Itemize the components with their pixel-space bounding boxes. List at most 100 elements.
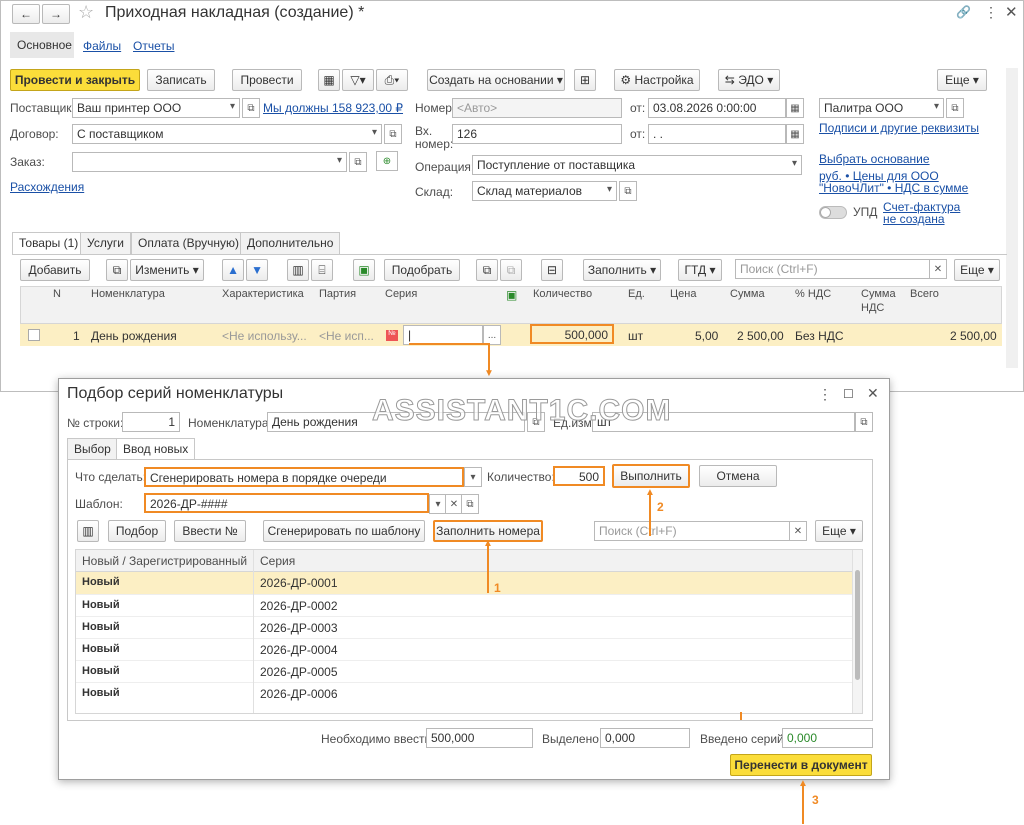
discrepancies-link[interactable]: Расхождения: [10, 180, 84, 194]
tab-goods[interactable]: Товары (1): [12, 232, 86, 254]
more-button[interactable]: Еще ▾: [937, 69, 987, 91]
upd-toggle[interactable]: [819, 206, 847, 219]
excel-icon[interactable]: ▣: [353, 259, 375, 281]
enter-number-button[interactable]: Ввести №: [174, 520, 246, 542]
table-row[interactable]: Новый 2026-ДР-0005: [76, 660, 862, 682]
structure-icon[interactable]: ⊞: [574, 69, 596, 91]
organization-field[interactable]: Палитра ООО: [819, 98, 944, 118]
tab-new-entry[interactable]: Ввод новых: [116, 438, 196, 460]
row-checkbox[interactable]: [28, 329, 40, 341]
table-row[interactable]: Новый 2026-ДР-0003: [76, 616, 862, 638]
settings-button[interactable]: ⚙ Настройка: [614, 69, 700, 91]
paste-rows-icon[interactable]: ⧉: [500, 259, 522, 281]
prices-link-2[interactable]: "НовоЧЛит" • НДС в сумме: [819, 181, 968, 195]
template-open-icon[interactable]: ⧉: [461, 494, 479, 514]
gtd-button[interactable]: ГТД ▾: [678, 259, 722, 281]
tab-files[interactable]: Файлы: [83, 39, 121, 53]
scroll-thumb[interactable]: [855, 570, 860, 680]
dialog-more-button[interactable]: Еще ▾: [815, 520, 863, 542]
post-close-button[interactable]: Провести и закрыть: [10, 69, 140, 91]
table-scrollbar[interactable]: [852, 550, 862, 713]
series-input[interactable]: |: [403, 325, 483, 345]
open-contract-icon[interactable]: ⧉: [384, 124, 402, 144]
calendar-icon-2[interactable]: ▦: [786, 124, 804, 144]
forward-button[interactable]: →: [42, 4, 70, 24]
add-order-icon[interactable]: ⊕: [376, 151, 398, 171]
action-field[interactable]: Сгенерировать номера в порядке очереди: [144, 467, 464, 487]
barcode-icon[interactable]: ▥: [287, 259, 309, 281]
post-button[interactable]: Провести: [232, 69, 302, 91]
table-row[interactable]: Новый 2026-ДР-0004: [76, 638, 862, 660]
selected-field[interactable]: 0,000: [600, 728, 690, 748]
invoice-link-2[interactable]: не создана: [883, 212, 945, 226]
tab-payment[interactable]: Оплата (Вручную): [131, 232, 247, 254]
debt-link[interactable]: Мы должны 158 923,00 ₽: [263, 101, 403, 115]
tab-services[interactable]: Услуги: [80, 232, 131, 254]
dialog-menu-icon[interactable]: ⋮: [818, 386, 832, 403]
dialog-search-clear-icon[interactable]: ✕: [789, 521, 807, 541]
open-unit-icon[interactable]: ⧉: [855, 412, 873, 432]
dialog-close-icon[interactable]: ✕: [867, 385, 879, 402]
open-organization-icon[interactable]: ⧉: [946, 98, 964, 118]
open-order-icon[interactable]: ⧉: [349, 152, 367, 172]
table-row[interactable]: Новый 2026-ДР-0006: [76, 682, 862, 704]
print-icon[interactable]: ⎙▾: [376, 69, 408, 91]
copy-rows-icon[interactable]: ⧉: [476, 259, 498, 281]
link-icon[interactable]: 🔗: [956, 5, 971, 19]
open-warehouse-icon[interactable]: ⧉: [619, 181, 637, 201]
fill-button[interactable]: Заполнить ▾: [583, 259, 661, 281]
row-number-field[interactable]: 1: [122, 412, 180, 432]
series-select-button[interactable]: ...: [483, 325, 501, 345]
change-button[interactable]: Изменить ▾: [130, 259, 204, 281]
tab-main[interactable]: Основное: [10, 32, 74, 58]
create-based-button[interactable]: Создать на основании ▾: [427, 69, 565, 91]
back-button[interactable]: ←: [12, 4, 40, 24]
in-number-field[interactable]: 126: [452, 124, 622, 144]
calendar-icon[interactable]: ▦: [786, 98, 804, 118]
number-field[interactable]: <Авто>: [452, 98, 622, 118]
scrollbar-right[interactable]: [1006, 68, 1018, 368]
table-row[interactable]: Новый 2026-ДР-0002: [76, 594, 862, 616]
template-field[interactable]: 2026-ДР-####: [144, 493, 429, 513]
search-input[interactable]: Поиск (Ctrl+F): [735, 259, 930, 279]
grid-more-button[interactable]: Еще ▾: [954, 259, 1000, 281]
dialog-search-input[interactable]: Поиск (Ctrl+F): [594, 521, 790, 541]
operation-field[interactable]: Поступление от поставщика: [472, 155, 802, 175]
number-date-field[interactable]: 03.08.2026 0:00:00: [648, 98, 786, 118]
qty-cell[interactable]: 500,000: [530, 324, 614, 344]
tab-reports[interactable]: Отчеты: [133, 39, 174, 53]
edo-button[interactable]: ⇆ ЭДО ▾: [718, 69, 780, 91]
add-button[interactable]: Добавить: [20, 259, 90, 281]
move-up-icon[interactable]: ▲: [222, 259, 244, 281]
pick-button[interactable]: Подобрать: [384, 259, 460, 281]
menu-dots-icon[interactable]: ⋮: [984, 4, 998, 21]
cancel-button[interactable]: Отмена: [699, 465, 777, 487]
generate-template-button[interactable]: Сгенерировать по шаблону: [263, 520, 425, 542]
table-row[interactable]: Новый 2026-ДР-0001: [76, 572, 862, 594]
entered-field[interactable]: 0,000: [782, 728, 873, 748]
related-docs-icon[interactable]: ▦: [318, 69, 340, 91]
favorite-star-icon[interactable]: ☆: [78, 2, 94, 23]
dialog-pick-button[interactable]: Подбор: [108, 520, 166, 542]
in-date-field[interactable]: . .: [648, 124, 786, 144]
clear-search-icon[interactable]: ✕: [929, 259, 947, 279]
tab-additional[interactable]: Дополнительно: [240, 232, 341, 254]
transfer-button[interactable]: Перенести в документ: [730, 754, 872, 776]
contract-field[interactable]: С поставщиком: [72, 124, 382, 144]
order-field[interactable]: [72, 152, 347, 172]
need-field[interactable]: 500,000: [426, 728, 533, 748]
dialog-maximize-icon[interactable]: ☐: [843, 387, 854, 401]
save-button[interactable]: Записать: [147, 69, 215, 91]
supplier-field[interactable]: Ваш принтер ООО: [72, 98, 240, 118]
open-supplier-icon[interactable]: ⧉: [242, 98, 260, 118]
scanner-icon[interactable]: ⌸: [311, 259, 333, 281]
action-dropdown-icon[interactable]: ▾: [464, 467, 482, 487]
calc-icon[interactable]: ⊟: [541, 259, 563, 281]
signatures-link[interactable]: Подписи и другие реквизиты: [819, 121, 979, 135]
filter-icon[interactable]: ▽▾: [342, 69, 374, 91]
dialog-barcode-icon[interactable]: ▥: [77, 520, 99, 542]
execute-button[interactable]: Выполнить: [612, 464, 690, 488]
basis-link[interactable]: Выбрать основание: [819, 152, 930, 166]
dialog-qty-field[interactable]: 500: [553, 466, 605, 486]
warehouse-field[interactable]: Склад материалов: [472, 181, 617, 201]
